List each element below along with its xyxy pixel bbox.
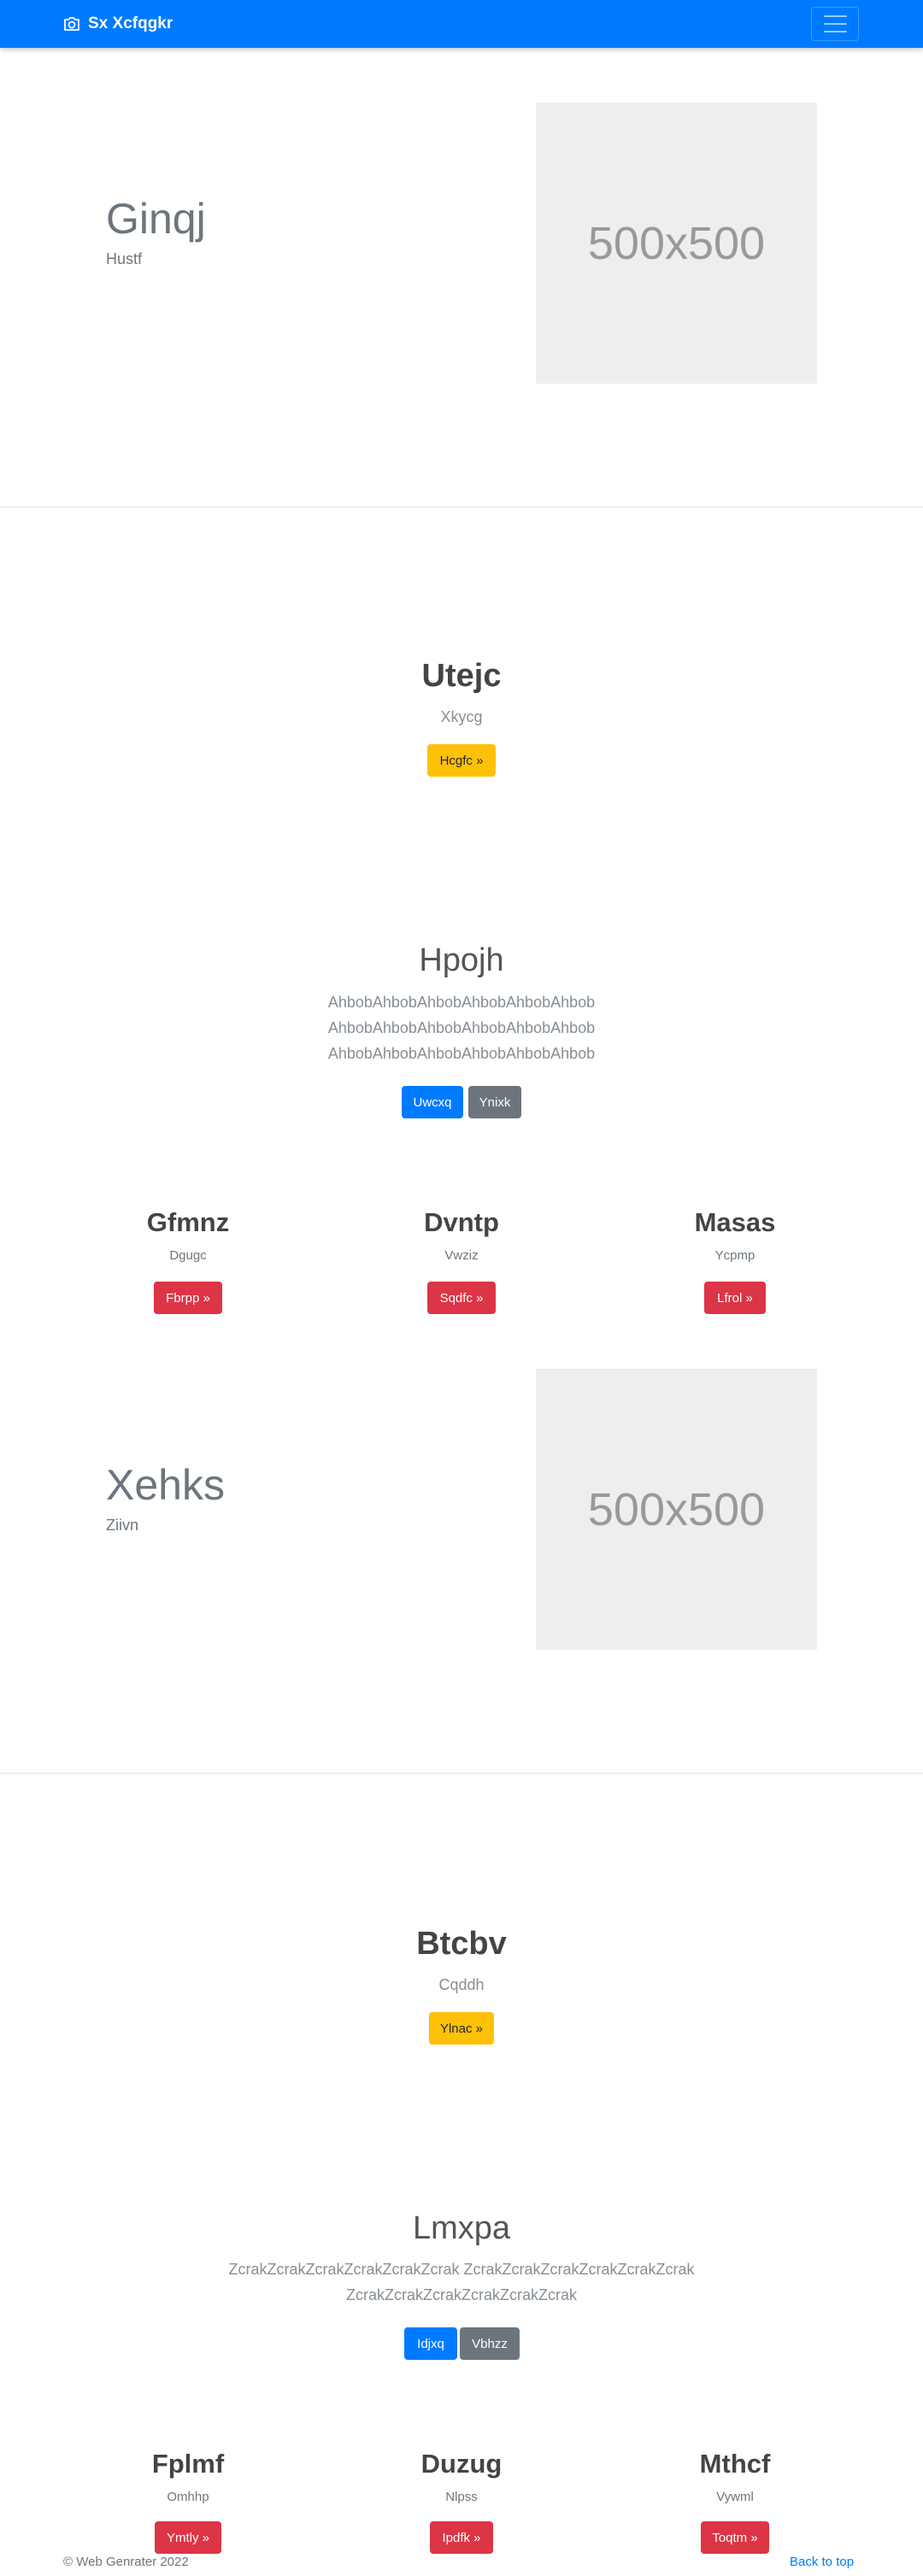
- feature-subtitle: Omhhp: [167, 2490, 209, 2504]
- callout-title: Btcbv: [416, 1926, 507, 1962]
- secondary-button[interactable]: Vbhzz: [460, 2327, 520, 2360]
- callout-title: Utejc: [421, 658, 502, 694]
- feature-button[interactable]: Ymtly »: [155, 2521, 221, 2554]
- secondary-button[interactable]: Ynixk: [468, 1086, 521, 1118]
- feature-subtitle: Ycpmp: [714, 1248, 755, 1263]
- feature-button[interactable]: Toqtm »: [701, 2521, 769, 2554]
- feature-button[interactable]: Fbrpp »: [154, 1282, 222, 1314]
- hero-subtitle: Hustf: [106, 250, 143, 267]
- feature-title: Duzug: [420, 2449, 503, 2479]
- placeholder-label: 500x500: [587, 217, 766, 269]
- primary-button[interactable]: Uwcxq: [402, 1086, 463, 1118]
- jumbotron-text: AhbobAhbobAhbobAhbobAhbobAhbob AhbobAhbo…: [327, 994, 596, 1062]
- feature-title: Masas: [694, 1207, 776, 1237]
- section-divider: [0, 507, 923, 508]
- callout-button[interactable]: Hcgfc »: [427, 744, 496, 777]
- hero-title: Ginqj: [106, 195, 206, 243]
- feature-button[interactable]: Lfrol »: [704, 1282, 766, 1314]
- feature-subtitle: Vywml: [716, 2490, 754, 2504]
- feature-column: Masas Ycpmp: [598, 1207, 872, 1263]
- jumbotron-title: Lmxpa: [412, 2210, 511, 2246]
- hamburger-menu-icon[interactable]: [811, 7, 859, 41]
- feature-column: Gfmnz Dgugc: [51, 1207, 325, 1263]
- brand-label: Sx Xcfqgkr: [88, 15, 173, 32]
- feature-column: Dvntp Vwziz: [325, 1207, 598, 1263]
- section-divider: [0, 1773, 923, 1774]
- jumbotron-text: ZcrakZcrakZcrakZcrakZcrakZcrak ZcrakZcra…: [228, 2261, 695, 2303]
- hero-image-placeholder: 500x500: [536, 1369, 817, 1650]
- jumbotron-title: Hpojh: [419, 942, 504, 978]
- back-to-top-link[interactable]: Back to top: [790, 2555, 854, 2569]
- callout-button[interactable]: Ylnac »: [429, 2012, 494, 2045]
- camera-icon: [64, 17, 79, 31]
- feature-column: Duzug Nlpss: [325, 2449, 598, 2504]
- feature-subtitle: Nlpss: [445, 2490, 478, 2504]
- feature-title: Gfmnz: [146, 1207, 230, 1237]
- hero-title: Xehks: [106, 1461, 225, 1509]
- hero-subtitle: Ziivn: [106, 1517, 139, 1534]
- feature-subtitle: Vwziz: [444, 1248, 479, 1263]
- hero-image-placeholder: 500x500: [536, 103, 817, 384]
- feature-column: Fplmf Omhhp: [51, 2449, 325, 2504]
- feature-title: Fplmf: [151, 2449, 225, 2479]
- feature-title: Dvntp: [424, 1207, 499, 1237]
- primary-button[interactable]: Idjxq: [404, 2327, 457, 2360]
- callout-subtitle: Cqddh: [438, 1976, 485, 1993]
- placeholder-label: 500x500: [587, 1483, 766, 1535]
- navbar-brand[interactable]: Sx Xcfqgkr: [63, 0, 173, 48]
- feature-button[interactable]: Sqdfc »: [427, 1282, 496, 1314]
- feature-button[interactable]: Ipdfk »: [430, 2521, 493, 2554]
- footer-copyright: © Web Genrater 2022: [63, 2555, 189, 2569]
- feature-column: Mthcf Vywml: [598, 2449, 872, 2504]
- feature-title: Mthcf: [699, 2449, 771, 2479]
- callout-subtitle: Xkycg: [440, 708, 483, 725]
- navbar: Sx Xcfqgkr: [0, 0, 923, 48]
- feature-subtitle: Dgugc: [169, 1248, 207, 1263]
